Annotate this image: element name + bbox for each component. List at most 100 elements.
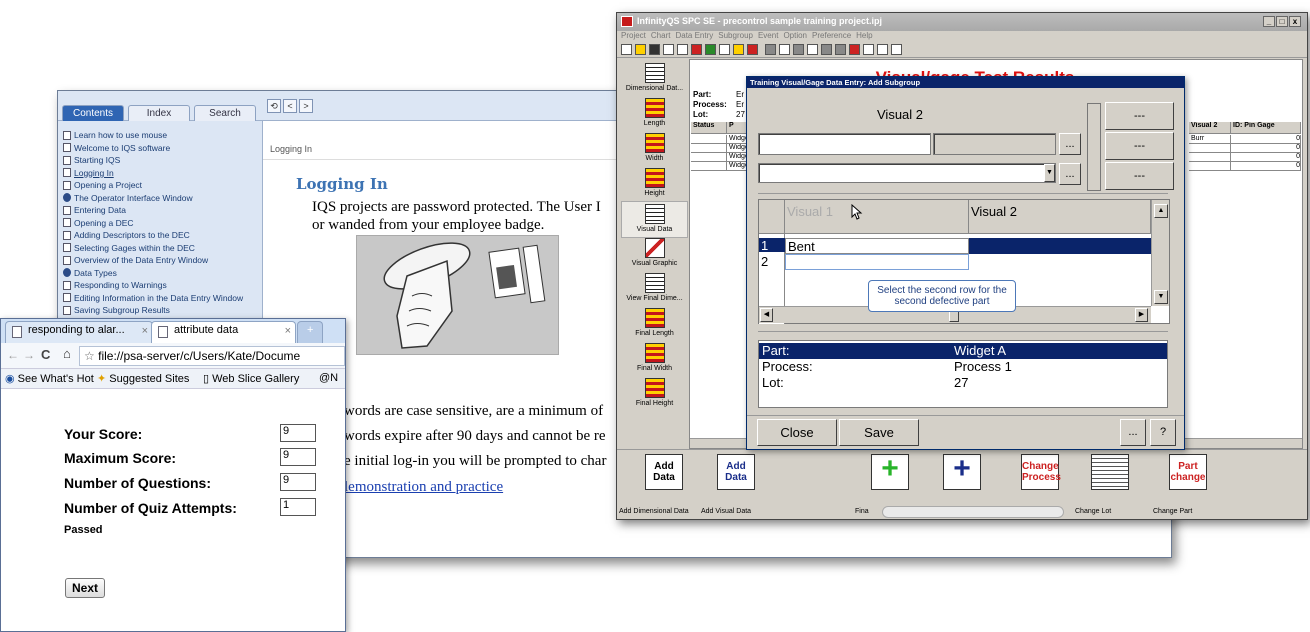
close-icon[interactable]: ×	[142, 325, 148, 337]
table-cell[interactable]	[691, 144, 727, 153]
table-cell[interactable]	[691, 153, 727, 162]
toc-item[interactable]: Data Types	[63, 267, 262, 280]
value-dropdown[interactable]	[758, 163, 1056, 183]
playback-slider[interactable]	[882, 506, 1064, 518]
grid-cell[interactable]	[969, 254, 1151, 270]
toc-item[interactable]: Welcome to IQS software	[63, 142, 262, 155]
bottom-button[interactable]: Part change	[1169, 454, 1207, 490]
row-number[interactable]: 2	[761, 254, 768, 269]
address-bar[interactable]: ☆ file://psa-server/c/Users/Kate/Docume	[79, 346, 345, 366]
toolbar-icon[interactable]	[677, 44, 688, 55]
grid-cell-selected[interactable]	[969, 238, 1151, 254]
sync-icon[interactable]: ⟲	[267, 99, 281, 113]
grid-cell[interactable]: Bent	[785, 238, 969, 254]
sidebar-item[interactable]: Final Length	[621, 306, 688, 343]
toolbar-icon[interactable]	[877, 44, 888, 55]
vertical-scrollbar[interactable]: ▲ ▼	[1151, 200, 1169, 306]
forward-icon[interactable]: →	[23, 348, 35, 362]
close-button[interactable]: x	[1289, 16, 1301, 27]
fav-whats-hot[interactable]: ◉ See What's Hot	[5, 372, 94, 385]
toolbar-icon[interactable]	[765, 44, 776, 55]
table-cell[interactable]: 0	[1231, 153, 1301, 162]
back-arrow-icon[interactable]: <	[283, 99, 297, 113]
toc-item[interactable]: Learn how to use mouse	[63, 129, 262, 142]
toolbar-icon[interactable]	[663, 44, 674, 55]
toc-item[interactable]: Adding Descriptors to the DEC	[63, 229, 262, 242]
questions-field[interactable]: 9	[280, 473, 316, 491]
sidebar-item[interactable]: Visual Data	[621, 201, 688, 238]
toc-item[interactable]: Editing Information in the Data Entry Wi…	[63, 292, 262, 305]
toc-item[interactable]: Logging In	[63, 167, 262, 180]
dash-button[interactable]: ---	[1105, 102, 1174, 130]
table-header[interactable]: Status	[691, 122, 727, 134]
toolbar-icon[interactable]	[621, 44, 632, 55]
toolbar-icon[interactable]	[691, 44, 702, 55]
toolbar-icon[interactable]	[863, 44, 874, 55]
forward-arrow-icon[interactable]: >	[299, 99, 313, 113]
toolbar-icon[interactable]	[733, 44, 744, 55]
table-cell[interactable]: 0	[1231, 135, 1301, 144]
menu-item[interactable]: Data Entry	[675, 31, 713, 40]
table-cell[interactable]	[1189, 144, 1231, 153]
table-cell[interactable]	[691, 135, 727, 144]
sidebar-item[interactable]: Width	[621, 131, 688, 168]
sidebar-item[interactable]: View Final Dime...	[621, 271, 688, 308]
grid-cell[interactable]	[785, 254, 969, 270]
save-button[interactable]: Save	[839, 419, 919, 446]
demo-link-text[interactable]: lemonstration and practice	[344, 479, 503, 495]
menu-item[interactable]: Preference	[812, 31, 851, 40]
browser-tab-responding[interactable]: responding to alar... ×	[5, 321, 153, 343]
menu-item[interactable]: Project	[621, 31, 646, 40]
bottom-button[interactable]: Change Process	[1021, 454, 1061, 490]
close-icon[interactable]: ×	[285, 325, 291, 337]
ellipsis-button[interactable]: ...	[1059, 163, 1081, 185]
table-cell[interactable]	[691, 162, 727, 171]
row-number[interactable]: 1	[759, 238, 785, 253]
toc-item[interactable]: Opening a Project	[63, 179, 262, 192]
help-button[interactable]: ?	[1150, 419, 1176, 446]
sidebar-item[interactable]: Final Height	[621, 376, 688, 413]
table-cell[interactable]	[1189, 162, 1231, 171]
menu-item[interactable]: Event	[758, 31, 778, 40]
toc-item[interactable]: Selecting Gages within the DEC	[63, 242, 262, 255]
sidebar-item[interactable]: Final Width	[621, 341, 688, 378]
home-icon[interactable]: ⌂	[63, 346, 71, 361]
column-header[interactable]: Visual 2	[969, 200, 1151, 234]
chevron-down-icon[interactable]: ▼	[1044, 164, 1055, 182]
column-header[interactable]: Visual 1	[785, 200, 969, 234]
sidebar-item[interactable]: Dimensional Dat...	[621, 61, 688, 98]
tab-search[interactable]: Search	[194, 105, 256, 121]
toolbar-icon[interactable]	[849, 44, 860, 55]
minimize-button[interactable]: _	[1263, 16, 1275, 27]
sidebar-item[interactable]: Height	[621, 166, 688, 203]
toolbar-icon[interactable]	[891, 44, 902, 55]
bottom-button[interactable]: Add Data	[645, 454, 683, 490]
sidebar-item[interactable]: Length	[621, 96, 688, 133]
table-cell[interactable]	[1189, 153, 1231, 162]
next-button[interactable]: Next	[65, 578, 105, 598]
toolbar-icon[interactable]	[793, 44, 804, 55]
toolbar-icon[interactable]	[807, 44, 818, 55]
max-score-field[interactable]: 9	[280, 448, 316, 466]
table-cell[interactable]: Burr	[1189, 135, 1231, 144]
sidebar-item[interactable]: Visual Graphic	[621, 236, 688, 273]
toc-item[interactable]: The Operator Interface Window	[63, 192, 262, 205]
toc-item[interactable]: Overview of the Data Entry Window	[63, 254, 262, 267]
menu-item[interactable]: Option	[783, 31, 807, 40]
fav-at[interactable]: @N	[319, 372, 338, 384]
toolbar-icon[interactable]	[821, 44, 832, 55]
new-tab-button[interactable]: +	[297, 321, 323, 343]
browser-tab-attribute[interactable]: attribute data ×	[151, 321, 296, 343]
toc-item[interactable]: Responding to Warnings	[63, 279, 262, 292]
maximize-button[interactable]: □	[1276, 16, 1288, 27]
tab-contents[interactable]: Contents	[62, 105, 124, 121]
toolbar-icon[interactable]	[747, 44, 758, 55]
lot-list-icon[interactable]	[1091, 454, 1129, 490]
toolbar-icon[interactable]	[649, 44, 660, 55]
toolbar-icon[interactable]	[779, 44, 790, 55]
ellipsis-button[interactable]: ...	[1120, 419, 1146, 446]
toolbar-icon[interactable]	[705, 44, 716, 55]
table-cell[interactable]: 0	[1231, 144, 1301, 153]
attempts-field[interactable]: 1	[280, 498, 316, 516]
score-field[interactable]: 9	[280, 424, 316, 442]
